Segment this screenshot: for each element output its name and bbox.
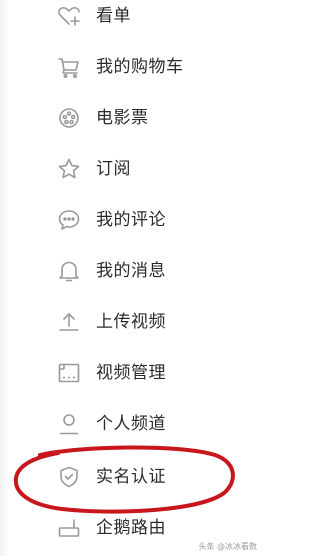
menu-item-upload-video[interactable]: 上传视频	[0, 300, 230, 344]
menu-item-real-name-verification[interactable]: 实名认证	[0, 455, 230, 499]
menu-item-label: 上传视频	[96, 312, 166, 332]
shield-check-icon	[56, 465, 82, 489]
side-menu: 看单 我的购物车 电影票 订阅 我的评论 我的消息 上传视频 视频管理 个人频道…	[0, 0, 263, 556]
menu-item-watchlist[interactable]: 看单	[0, 0, 230, 38]
menu-item-shopping-cart[interactable]: 我的购物车	[0, 45, 230, 89]
menu-item-label: 个人频道	[96, 414, 166, 434]
menu-item-movie-tickets[interactable]: 电影票	[0, 96, 230, 140]
menu-item-label: 我的评论	[96, 210, 166, 230]
video-manage-icon	[56, 361, 82, 385]
menu-item-label: 看单	[96, 6, 131, 26]
film-reel-icon	[56, 106, 82, 130]
upload-icon	[56, 310, 82, 334]
menu-item-label: 订阅	[96, 159, 131, 179]
menu-item-video-management[interactable]: 视频管理	[0, 351, 230, 395]
menu-item-my-comments[interactable]: 我的评论	[0, 198, 230, 242]
cart-icon	[56, 55, 82, 79]
menu-item-label: 我的消息	[96, 261, 166, 281]
comment-icon	[56, 208, 82, 232]
menu-item-label: 企鹅路由	[96, 518, 166, 538]
star-icon	[56, 157, 82, 181]
menu-item-label: 我的购物车	[96, 57, 184, 77]
menu-item-subscriptions[interactable]: 订阅	[0, 147, 230, 191]
menu-item-label: 电影票	[96, 108, 149, 128]
menu-item-personal-channel[interactable]: 个人频道	[0, 402, 230, 446]
person-icon	[56, 412, 82, 436]
router-icon	[56, 516, 82, 540]
menu-item-label: 视频管理	[96, 363, 166, 383]
menu-item-penguin-router[interactable]: 企鹅路由	[0, 506, 230, 550]
heart-plus-icon	[56, 4, 82, 28]
watermark-text: 头条 @冰冰看数	[198, 542, 257, 551]
bell-icon	[56, 259, 82, 283]
menu-item-my-messages[interactable]: 我的消息	[0, 249, 230, 293]
menu-item-label: 实名认证	[96, 467, 166, 487]
